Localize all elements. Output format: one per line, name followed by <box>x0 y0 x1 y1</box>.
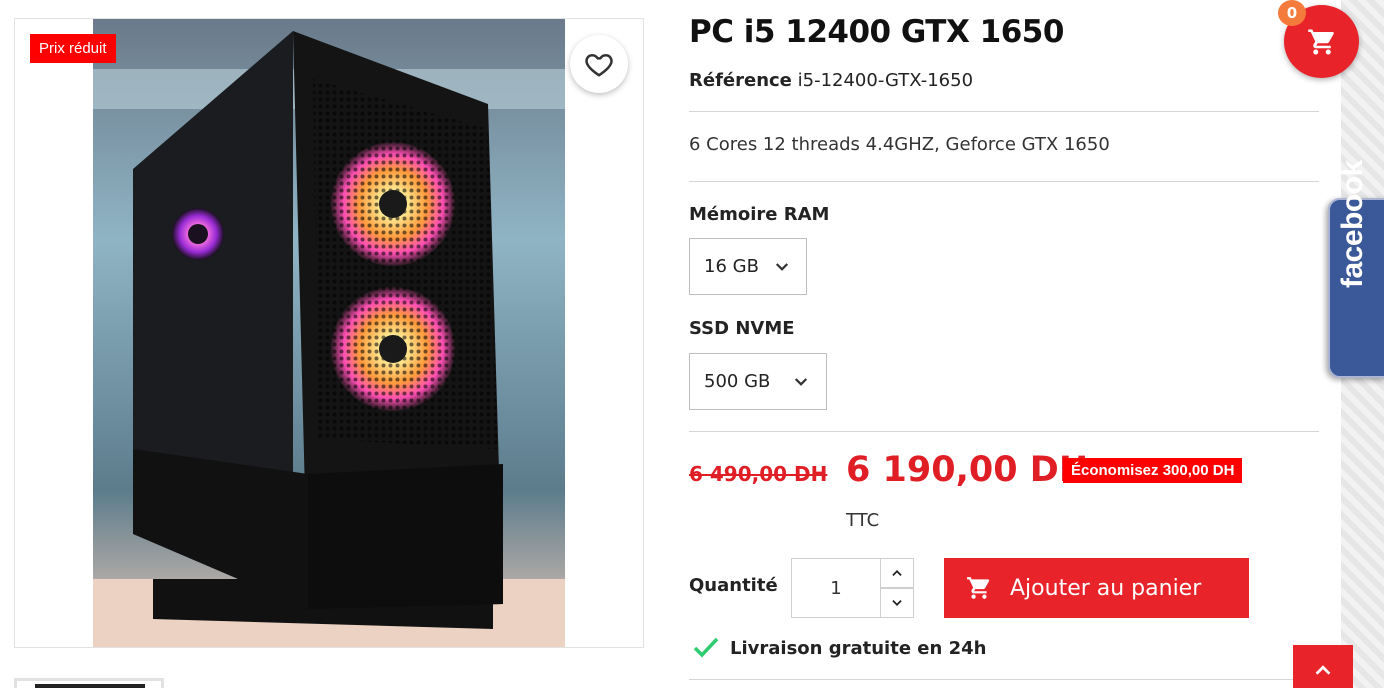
ram-select-value: 16 GB <box>704 256 759 277</box>
wishlist-button[interactable] <box>570 35 628 93</box>
chevron-up-icon <box>892 570 902 576</box>
cart-count-badge: 0 <box>1278 0 1306 26</box>
divider <box>689 679 1319 680</box>
ssd-select[interactable]: 500 GB <box>689 353 827 410</box>
quantity-increase-button[interactable] <box>880 558 914 588</box>
product-reference: Référence i5-12400-GTX-1650 <box>689 70 973 91</box>
cart-icon <box>1307 29 1334 54</box>
thumbnail-image <box>35 684 145 688</box>
quantity-input[interactable] <box>791 558 881 618</box>
chevron-up-icon <box>1315 665 1331 675</box>
product-image-frame[interactable]: Prix réduit <box>14 18 644 648</box>
product-description: 6 Cores 12 threads 4.4GHZ, Geforce GTX 1… <box>689 134 1110 155</box>
add-to-cart-label: Ajouter au panier <box>1010 575 1202 601</box>
old-price: 6 490,00 DH <box>689 462 828 486</box>
ram-select[interactable]: 16 GB <box>689 238 807 295</box>
scroll-to-top-button[interactable] <box>1293 645 1353 688</box>
chevron-down-icon <box>892 600 902 606</box>
chevron-down-icon <box>775 263 789 271</box>
quantity-label: Quantité <box>689 575 778 596</box>
product-thumbnail[interactable] <box>14 678 164 688</box>
facebook-label: facebook <box>1336 160 1369 288</box>
savings-badge: Économisez 300,00 DH <box>1063 458 1243 483</box>
reference-value: i5-12400-GTX-1650 <box>797 70 974 91</box>
ssd-select-value: 500 GB <box>704 371 771 392</box>
divider <box>689 111 1319 112</box>
reference-label: Référence <box>689 70 792 91</box>
divider <box>689 181 1319 182</box>
ram-label: Mémoire RAM <box>689 204 830 225</box>
shipping-info: Livraison gratuite en 24h <box>692 636 986 660</box>
ssd-label: SSD NVME <box>689 318 795 339</box>
product-title: PC i5 12400 GTX 1650 <box>689 14 1064 50</box>
quantity-decrease-button[interactable] <box>880 588 914 618</box>
tax-label: TTC <box>846 510 880 531</box>
current-price: 6 190,00 DH <box>846 450 1089 490</box>
check-icon <box>693 637 719 658</box>
cart-icon <box>967 577 990 599</box>
chevron-down-icon <box>794 378 808 386</box>
divider <box>689 431 1319 432</box>
add-to-cart-button[interactable]: Ajouter au panier <box>944 558 1249 618</box>
shipping-text: Livraison gratuite en 24h <box>730 637 987 659</box>
facebook-tab[interactable]: facebook <box>1328 160 1384 378</box>
discount-badge: Prix réduit <box>30 34 116 63</box>
product-photo <box>93 19 565 647</box>
heart-icon <box>585 54 613 77</box>
